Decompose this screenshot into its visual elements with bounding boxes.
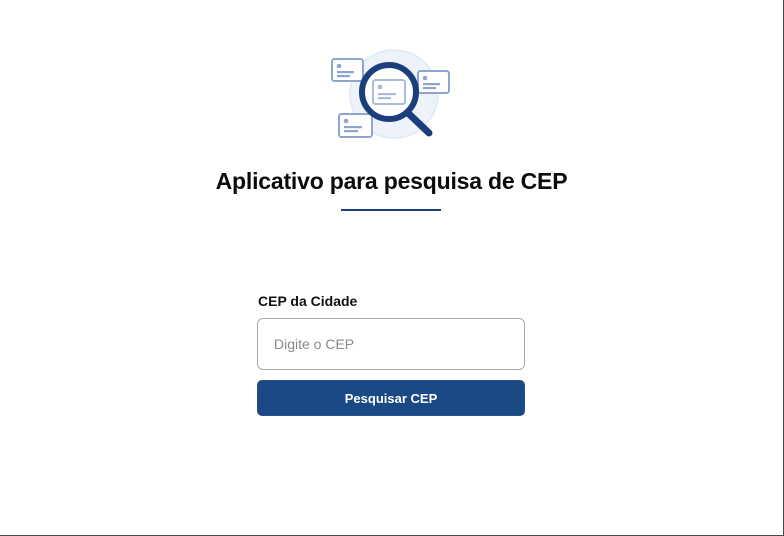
cep-search-illustration-icon: [331, 49, 450, 139]
cep-field-label: CEP da Cidade: [258, 293, 358, 309]
cep-input[interactable]: [257, 318, 525, 370]
app-frame: Aplicativo para pesquisa de CEP CEP da C…: [0, 0, 784, 536]
search-cep-button[interactable]: Pesquisar CEP: [257, 380, 525, 416]
page-title: Aplicativo para pesquisa de CEP: [215, 168, 568, 194]
title-underline-divider: [341, 209, 441, 211]
